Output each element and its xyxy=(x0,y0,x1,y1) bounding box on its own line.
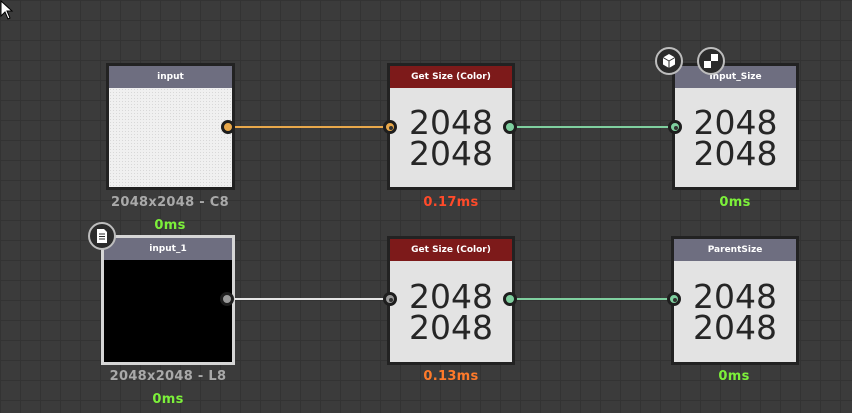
node-title: Get Size (Color) xyxy=(390,66,512,88)
height-value: 2048 xyxy=(693,307,777,347)
checker-icon xyxy=(704,54,718,68)
width-value: 2048 xyxy=(409,102,493,142)
node-thumbnail xyxy=(104,260,232,362)
height-value: 2048 xyxy=(409,133,493,173)
width-value: 2048 xyxy=(409,276,493,316)
node-title: Input_Size xyxy=(675,66,796,88)
node-time-label: 0ms xyxy=(152,392,184,407)
width-value: 2048 xyxy=(693,102,778,142)
3d-view-badge[interactable] xyxy=(655,47,683,75)
node-get-size-color-2[interactable]: Get Size (Color) 2048 2048 xyxy=(387,236,515,365)
node-value-display: 2048 2048 xyxy=(390,261,512,362)
node-value-display: 2048 2048 xyxy=(675,88,796,187)
input-port[interactable] xyxy=(383,120,397,134)
height-value: 2048 xyxy=(409,307,493,347)
document-icon xyxy=(97,229,107,243)
input-port[interactable] xyxy=(668,120,682,134)
node-title: Get Size (Color) xyxy=(390,239,512,261)
input-port[interactable] xyxy=(383,292,397,306)
node-resolution-label: 2048x2048 - L8 xyxy=(109,369,227,384)
output-port[interactable] xyxy=(503,120,517,134)
node-time-label: 0ms xyxy=(154,218,186,233)
node-time-label: 0ms xyxy=(719,195,751,210)
input-port[interactable] xyxy=(667,292,681,306)
node-time-label: 0.17ms xyxy=(423,195,479,210)
output-port[interactable] xyxy=(220,292,234,306)
node-value-display: 2048 2048 xyxy=(390,88,512,187)
node-title: input_1 xyxy=(104,238,232,260)
resource-badge[interactable] xyxy=(88,222,116,250)
node-parent-size[interactable]: ParentSize 2048 2048 xyxy=(671,236,799,365)
output-port[interactable] xyxy=(503,292,517,306)
node-input-size[interactable]: Input_Size 2048 2048 xyxy=(672,63,799,190)
node-input-1[interactable]: input_1 xyxy=(101,235,235,365)
cube-icon xyxy=(662,54,676,68)
mouse-pointer-icon xyxy=(0,0,14,20)
node-input[interactable]: input xyxy=(106,63,235,190)
node-get-size-color[interactable]: Get Size (Color) 2048 2048 xyxy=(387,63,515,190)
node-title: ParentSize xyxy=(674,239,796,261)
node-title: input xyxy=(109,66,232,88)
tiling-view-badge[interactable] xyxy=(697,47,725,75)
width-value: 2048 xyxy=(693,276,777,316)
output-port[interactable] xyxy=(221,120,235,134)
node-time-label: 0.13ms xyxy=(423,369,479,384)
node-value-display: 2048 2048 xyxy=(674,261,796,362)
node-time-label: 0ms xyxy=(718,369,750,384)
node-thumbnail xyxy=(109,88,232,187)
node-resolution-label: 2048x2048 - C8 xyxy=(111,195,229,210)
height-value: 2048 xyxy=(693,133,778,173)
